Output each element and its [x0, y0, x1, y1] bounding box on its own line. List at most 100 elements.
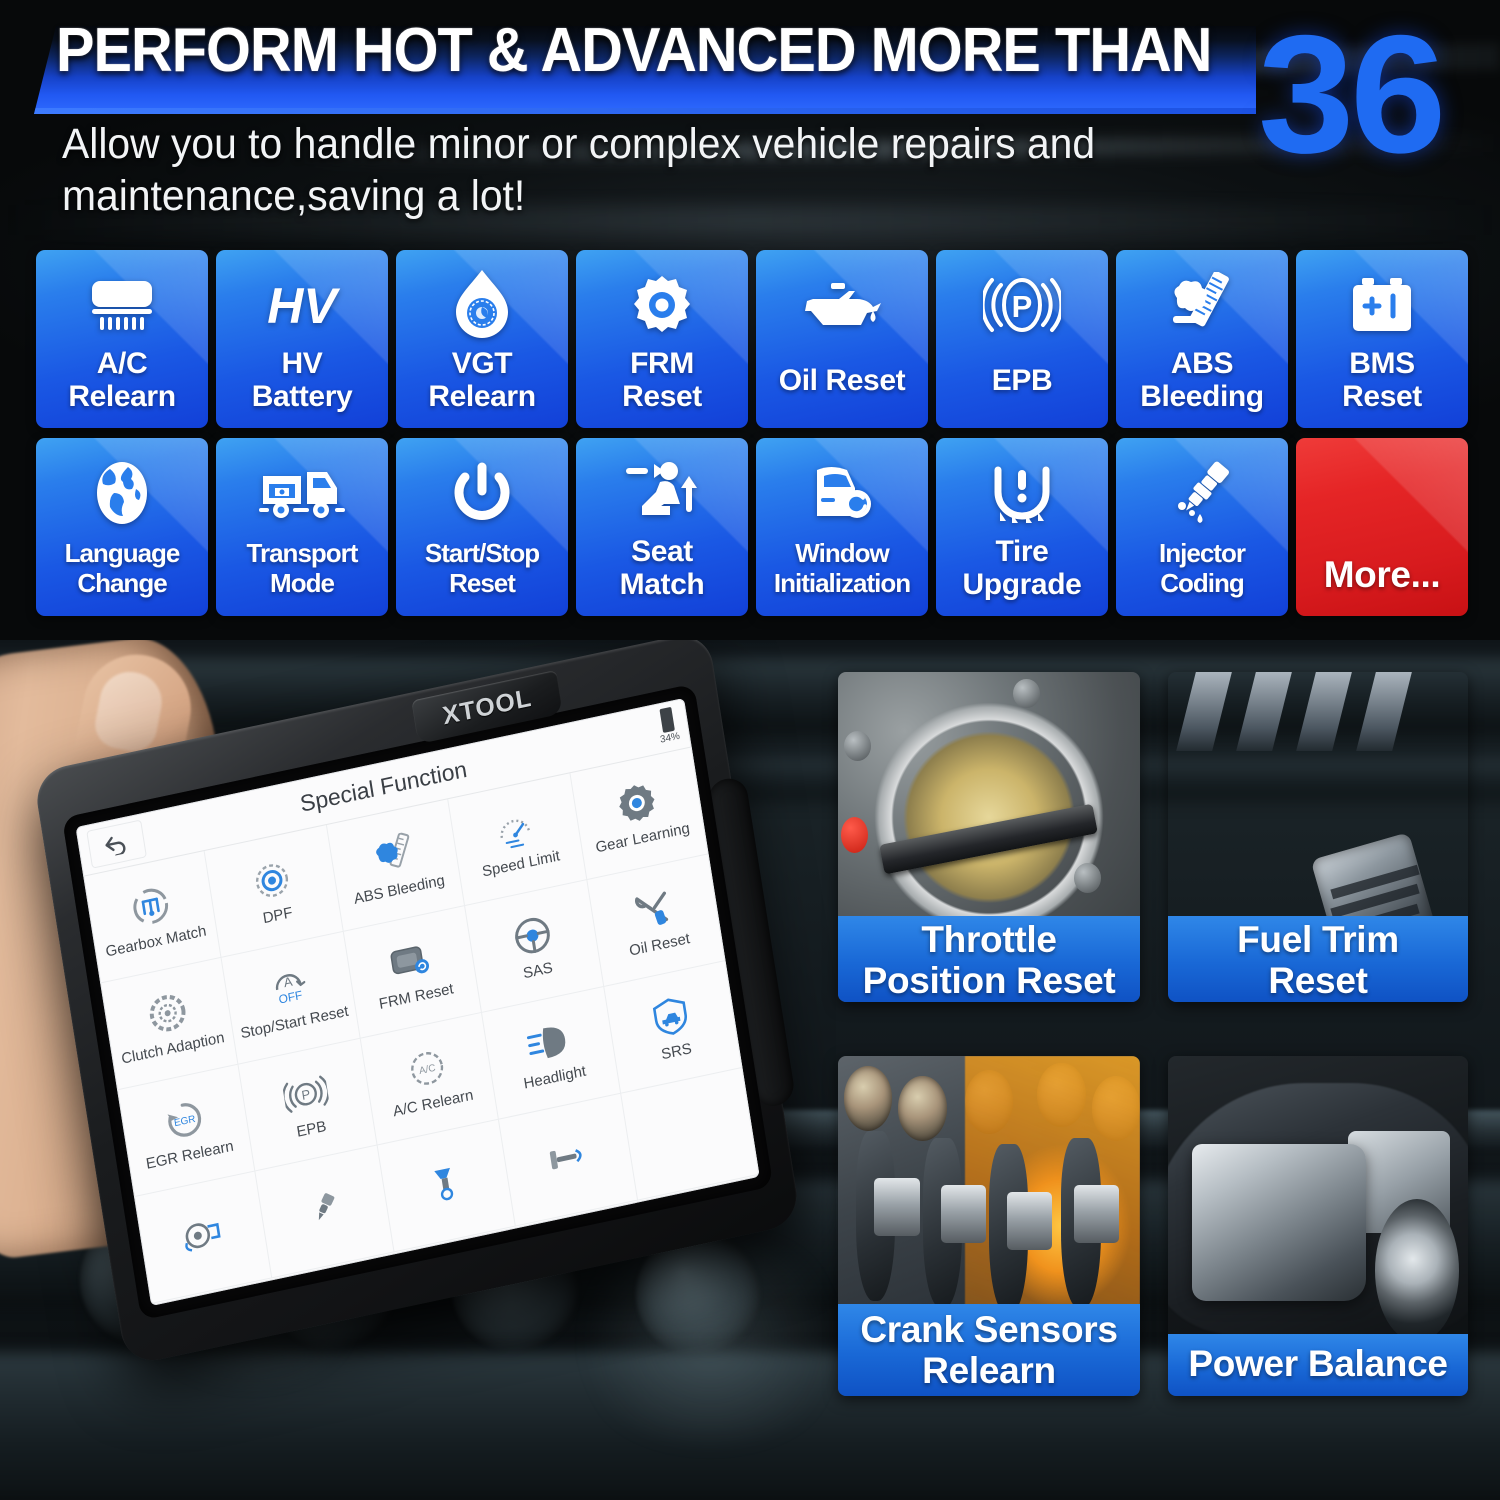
hv-text-icon: HV — [216, 266, 388, 344]
feature-tile-seat-match[interactable]: Seat Match — [576, 438, 748, 616]
clutch-icon — [144, 986, 190, 1040]
function-label: FRM Reset — [377, 980, 455, 1013]
feature-tile-ac-relearn[interactable]: A/C Relearn — [36, 250, 208, 428]
feature-tile-language-change[interactable]: Language Change — [36, 438, 208, 616]
function-label: Gear Learning — [594, 819, 691, 857]
photo-card-throttle-position-reset[interactable]: Throttle Position Reset — [838, 672, 1140, 1002]
feature-tile-label: VGT Relearn — [428, 347, 536, 413]
airbag-shield-icon — [649, 990, 693, 1043]
turbo-icon — [178, 1208, 226, 1262]
seat-icon — [576, 454, 748, 532]
photo-caption: Power Balance — [1168, 1334, 1468, 1396]
battery-icon — [659, 706, 675, 734]
abs-bleeding-icon — [1116, 266, 1288, 344]
function-label: Gearbox Match — [104, 922, 208, 961]
feature-tile-label: Language Change — [64, 538, 181, 598]
function-label: DPF — [261, 904, 294, 928]
feature-tile-window-initialization[interactable]: Window Initialization — [756, 438, 928, 616]
feature-tile-label: Injector Coding — [1159, 538, 1246, 598]
battery-icon — [1296, 266, 1468, 344]
none-icon — [1296, 454, 1468, 532]
feature-tile-frm-reset[interactable]: FRM Reset — [576, 250, 748, 428]
photo-card-fuel-trim-reset[interactable]: Fuel Trim Reset — [1168, 672, 1468, 1002]
frm-module-icon — [386, 934, 436, 989]
feature-tile-label: Oil Reset — [778, 363, 906, 397]
speedometer-icon — [491, 802, 539, 856]
photo-card-power-balance[interactable]: Power Balance — [1168, 1056, 1468, 1396]
oil-can-icon — [756, 266, 928, 344]
function-label: EGR Relearn — [144, 1137, 235, 1173]
photo-caption: Crank Sensors Relearn — [838, 1304, 1140, 1396]
feature-tile-tire-upgrade[interactable]: Tire Upgrade — [936, 438, 1108, 616]
function-label: SRS — [660, 1040, 693, 1064]
gear-icon — [576, 266, 748, 344]
subtitle: Allow you to handle minor or complex veh… — [62, 120, 1096, 220]
feature-tile-label: A/C Relearn — [68, 347, 176, 413]
feature-tile-label: Tire Upgrade — [962, 535, 1082, 601]
svg-text:P: P — [301, 1086, 312, 1103]
feature-tile-hv-battery[interactable]: HV HV Battery — [216, 250, 388, 428]
feature-tile-label: EPB — [991, 363, 1053, 397]
feature-tile-bms-reset[interactable]: BMS Reset — [1296, 250, 1468, 428]
diagnostic-tablet: XTOOL Special Function 34% Gearbox Match — [32, 640, 802, 1367]
parking-brake-icon: P — [936, 266, 1108, 344]
feature-tile-more[interactable]: More... — [1296, 438, 1468, 616]
injector-icon — [301, 1182, 347, 1236]
feature-tile-injector-coding[interactable]: Injector Coding — [1116, 438, 1288, 616]
feature-tile-label: Window Initialization — [773, 538, 911, 598]
suspension-icon — [424, 1156, 468, 1209]
gearbox-icon — [127, 880, 173, 934]
gear-icon — [614, 776, 660, 830]
ac-circle-icon: A/C — [404, 1041, 450, 1095]
function-label: Speed Limit — [480, 847, 562, 881]
battery-percent: 34% — [659, 730, 681, 746]
feature-tile-grid: A/C Relearn HV HV Battery VGT Relearn FR… — [36, 250, 1468, 616]
feature-tile-label: BMS Reset — [1342, 347, 1422, 413]
car-door-icon — [756, 454, 928, 532]
function-label: EPB — [295, 1117, 328, 1141]
feature-tile-transport-mode[interactable]: Transport Mode — [216, 438, 388, 616]
feature-tile-epb[interactable]: P EPB — [936, 250, 1108, 428]
feature-tile-label: FRM Reset — [622, 347, 702, 413]
device-photo: XTOOL Special Function 34% Gearbox Match — [0, 640, 836, 1500]
svg-text:OFF: OFF — [278, 988, 304, 1007]
feature-tile-label: ABS Bleeding — [1140, 347, 1264, 413]
function-label: ABS Bleeding — [352, 871, 446, 908]
svg-text:P: P — [1012, 289, 1033, 324]
feature-tile-label: Transport Mode — [246, 538, 359, 598]
svg-text:A/C: A/C — [419, 1063, 437, 1077]
feature-tile-label: Start/Stop Reset — [424, 538, 540, 598]
egr-icon: EGR — [161, 1093, 207, 1147]
auto-off-icon: A OFF — [264, 960, 314, 1015]
steering-wheel-icon — [509, 909, 555, 963]
wrench-screwdriver-icon — [630, 883, 678, 937]
function-label: A/C Relearn — [391, 1086, 475, 1121]
header: PERFORM HOT & ADVANCED MORE THAN 36 Allo… — [0, 0, 1500, 232]
photo-caption: Fuel Trim Reset — [1168, 916, 1468, 1002]
photo-card-crank-sensors-relearn[interactable]: Crank Sensors Relearn — [838, 1056, 1140, 1396]
feature-tile-label: Seat Match — [619, 535, 705, 601]
function-label: Clutch Adaption — [120, 1029, 226, 1068]
function-label: SAS — [521, 959, 554, 983]
feature-tile-start-stop-reset[interactable]: Start/Stop Reset — [396, 438, 568, 616]
feature-tile-abs-bleeding[interactable]: ABS Bleeding — [1116, 250, 1288, 428]
truck-icon — [216, 454, 388, 532]
headlight-icon — [524, 1015, 574, 1070]
feature-tile-oil-reset[interactable]: Oil Reset — [756, 250, 928, 428]
feature-tile-label: HV Battery — [251, 347, 353, 413]
injector-icon — [1116, 454, 1288, 532]
abs-bleeding-icon — [370, 828, 418, 882]
dpf-icon — [249, 854, 295, 908]
svg-text:EGR: EGR — [173, 1114, 196, 1129]
air-conditioner-icon — [36, 266, 208, 344]
blank-icon — [686, 1109, 693, 1154]
photo-caption: Throttle Position Reset — [838, 916, 1140, 1002]
svg-text:HV: HV — [267, 278, 340, 334]
tpms-icon — [936, 454, 1108, 532]
parking-brake-icon: P — [281, 1067, 331, 1122]
feature-tile-vgt-relearn[interactable]: VGT Relearn — [396, 250, 568, 428]
turbo-droplet-icon — [396, 266, 568, 344]
power-icon — [396, 454, 568, 532]
page-title: PERFORM HOT & ADVANCED MORE THAN — [56, 16, 1212, 85]
tool-icon — [543, 1130, 591, 1184]
